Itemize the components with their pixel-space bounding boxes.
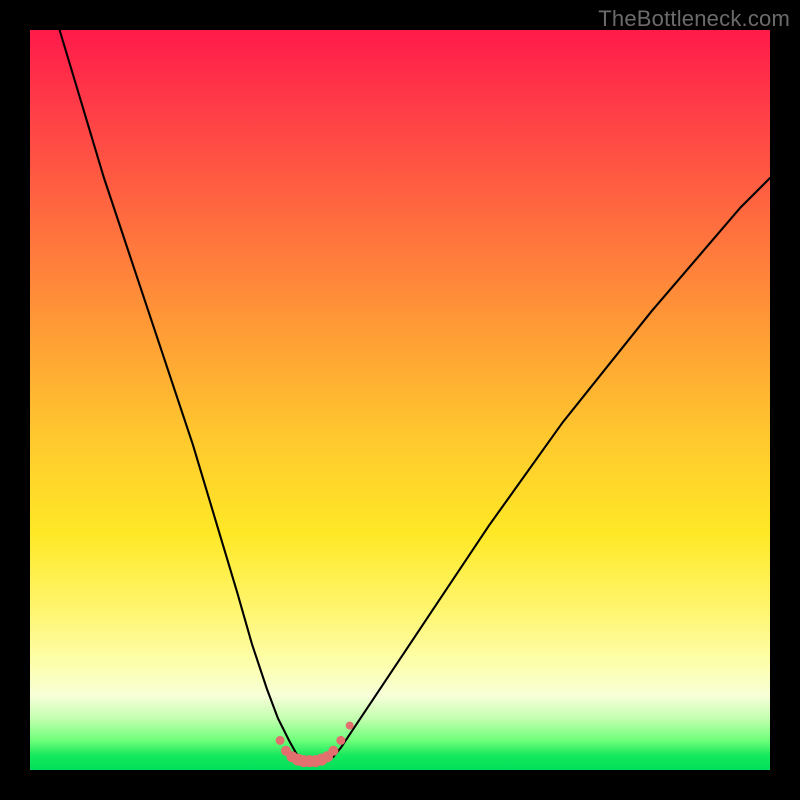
watermark-text: TheBottleneck.com xyxy=(598,6,790,32)
trough-marker-group xyxy=(276,722,354,768)
outer-frame: TheBottleneck.com xyxy=(0,0,800,800)
plot-area xyxy=(30,30,770,770)
chart-svg xyxy=(30,30,770,770)
trough-dot xyxy=(336,736,345,745)
trough-dot xyxy=(328,746,338,756)
bottleneck-curve xyxy=(60,30,770,763)
trough-dot xyxy=(346,722,354,730)
trough-dot xyxy=(276,736,285,745)
